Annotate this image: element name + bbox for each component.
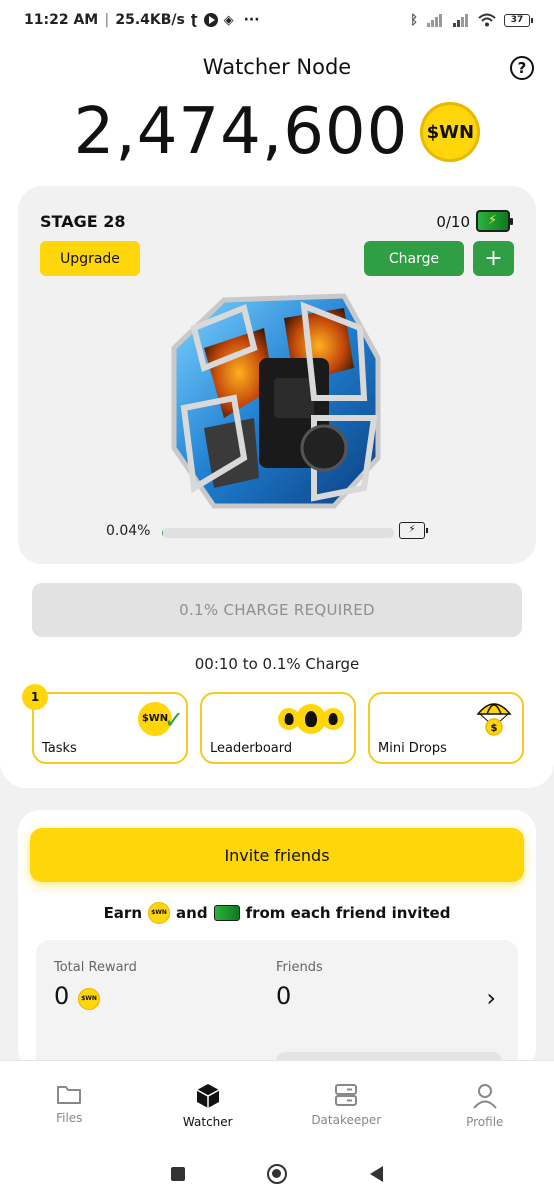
- nav-files[interactable]: Files: [0, 1061, 139, 1148]
- bottom-nav: Files Watcher Datakeeper Profile: [0, 1060, 554, 1148]
- battery-level: 37: [510, 14, 524, 25]
- tasks-count-badge: 1: [22, 684, 48, 710]
- mini-drops-label: Mini Drops: [378, 741, 447, 756]
- charge-button[interactable]: Charge: [364, 241, 464, 276]
- system-nav-bar: [0, 1148, 554, 1200]
- add-charge-button[interactable]: +: [473, 241, 514, 276]
- charge-count: 0/10: [436, 213, 470, 231]
- status-divider: |: [104, 12, 110, 28]
- earn-text: Earn: [103, 904, 143, 922]
- nav-files-label: Files: [56, 1111, 83, 1125]
- friends-value: 0: [276, 982, 292, 1010]
- page-title: Watcher Node: [202, 55, 352, 79]
- server-icon: [335, 1084, 358, 1106]
- progress-percent: 0.04%: [106, 523, 151, 539]
- recent-apps-icon[interactable]: [171, 1167, 186, 1181]
- wn-coin-icon: $WN: [420, 102, 481, 162]
- nav-datakeeper[interactable]: Datakeeper: [277, 1061, 416, 1148]
- help-button[interactable]: ?: [510, 56, 534, 80]
- layers-icon: ◈: [223, 12, 234, 28]
- play-icon: [203, 13, 218, 27]
- back-icon[interactable]: [369, 1166, 383, 1182]
- charged-battery-icon: ⚡: [476, 210, 513, 232]
- check-icon: ✓: [163, 706, 184, 734]
- nav-profile-label: Profile: [466, 1115, 504, 1129]
- node-card: STAGE 28 0/10 ⚡ Upgrade Charge + 0.04% ⚡: [18, 186, 536, 564]
- nav-datakeeper-label: Datakeeper: [311, 1113, 382, 1127]
- chevron-right-icon[interactable]: ›: [486, 984, 496, 1012]
- folder-icon: [57, 1086, 82, 1104]
- home-icon[interactable]: [267, 1164, 288, 1184]
- parachute-coin-icon: $: [476, 703, 512, 736]
- balance-row: 2,474,600 $WN: [0, 95, 554, 169]
- friends-label: Friends: [276, 960, 323, 975]
- upgrade-button[interactable]: Upgrade: [40, 241, 140, 276]
- from-each-text: from each friend invited: [245, 904, 451, 922]
- status-time: 11:22 AM: [24, 12, 99, 28]
- tasks-card[interactable]: 1 $WN ✓ Tasks: [22, 684, 188, 764]
- nav-watcher[interactable]: Watcher: [139, 1061, 278, 1148]
- leaderboard-icon: [278, 704, 344, 734]
- charge-timer: 00:10 to 0.1% Charge: [194, 655, 360, 673]
- battery-charge-icon: ⚡: [399, 522, 428, 539]
- more-notifications-icon: ···: [243, 12, 260, 28]
- earn-description: Earn $WN and from each friend invited: [18, 902, 536, 924]
- user-icon: [472, 1084, 497, 1109]
- notification-app-icon: ʈ: [190, 12, 198, 28]
- watcher-node-image[interactable]: [164, 288, 388, 512]
- charge-required-button[interactable]: 0.1% CHARGE REQUIRED: [32, 583, 522, 637]
- leaderboard-label: Leaderboard: [210, 741, 293, 756]
- mini-drops-card[interactable]: $ Mini Drops: [368, 692, 524, 764]
- progress-bar: [162, 528, 394, 538]
- invite-section: Invite friends Earn $WN and from each fr…: [18, 810, 536, 1070]
- tasks-label: Tasks: [42, 741, 77, 756]
- signal-icon-2: [453, 14, 468, 27]
- nav-profile[interactable]: Profile: [416, 1061, 554, 1148]
- total-reward-value: 0: [54, 982, 70, 1010]
- battery-icon-small: [213, 905, 240, 921]
- total-reward-label: Total Reward: [54, 960, 137, 975]
- status-bar: 11:22 AM | 25.4KB/s ʈ ◈ ··· ᛒ 37: [0, 0, 554, 40]
- invite-friends-button[interactable]: Invite friends: [30, 828, 524, 882]
- bluetooth-icon: ᛒ: [410, 12, 418, 28]
- wifi-icon: [478, 13, 496, 27]
- wn-coin-icon-small: $WN: [148, 902, 171, 924]
- battery-icon: 37: [504, 13, 533, 27]
- watcher-panel: Watcher Node ? 2,474,600 $WN STAGE 28 0/…: [0, 40, 554, 788]
- wn-coin-icon-reward: $WN: [78, 988, 100, 1010]
- svg-text:$: $: [491, 723, 498, 734]
- status-speed: 25.4KB/s: [115, 12, 185, 28]
- progress-fill: [162, 528, 163, 538]
- help-icon: ?: [517, 59, 527, 77]
- signal-icon: [427, 14, 442, 27]
- nav-watcher-label: Watcher: [182, 1115, 233, 1129]
- reward-summary[interactable]: Total Reward 0 $WN Friends 0 ›: [36, 940, 518, 1070]
- cube-icon: [196, 1084, 220, 1108]
- and-text: and: [176, 904, 208, 922]
- balance-value: 2,474,600: [73, 95, 409, 169]
- coin-label: $WN: [426, 121, 475, 143]
- leaderboard-card[interactable]: Leaderboard: [200, 692, 356, 764]
- stage-label: STAGE 28: [40, 212, 126, 231]
